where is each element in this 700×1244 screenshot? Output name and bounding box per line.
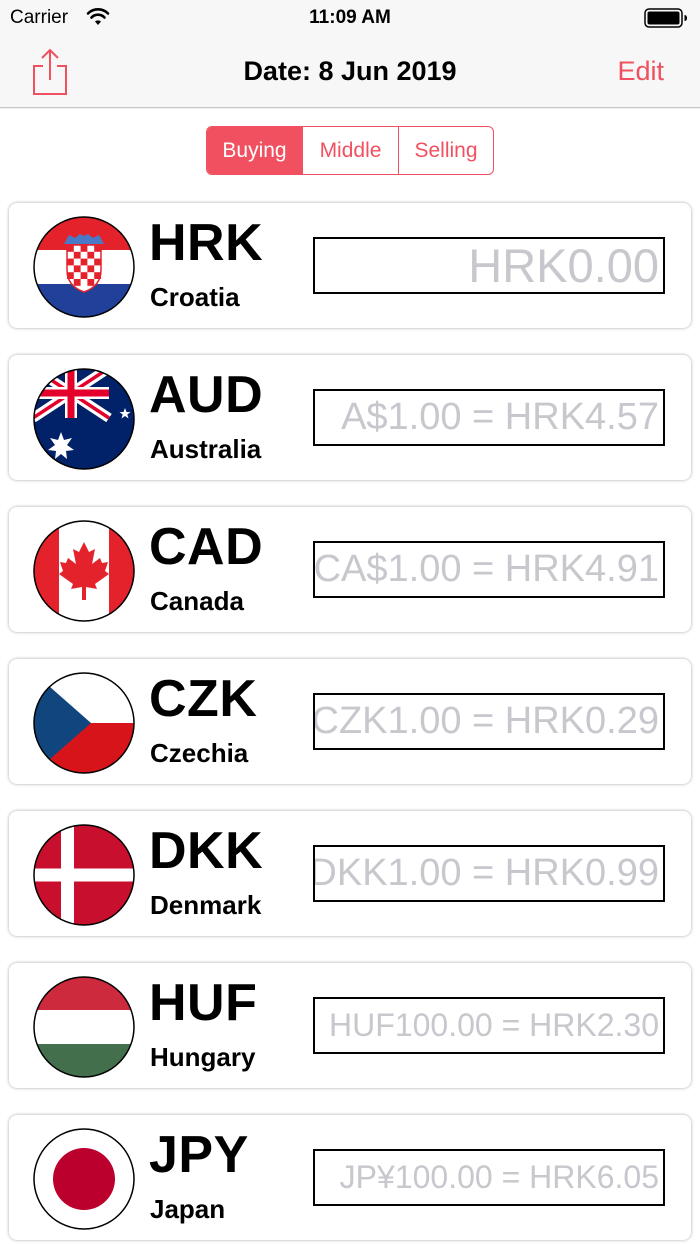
edit-button[interactable]: Edit <box>617 56 664 87</box>
status-time: 11:09 AM <box>309 7 391 28</box>
croatia-flag-icon <box>33 216 135 318</box>
currency-code: DKK <box>149 822 264 880</box>
hungary-flag-icon <box>33 976 135 1078</box>
country-name: Australia <box>150 434 262 464</box>
currency-list-view: Buying Middle Selling HRK Croatia HRK0.0… <box>0 109 700 1244</box>
currency-card-jpy[interactable]: JPY Japan JP¥100.00 = HRK6.05 <box>9 1115 691 1240</box>
currency-code: CAD <box>149 518 264 576</box>
segment-buying[interactable]: Buying <box>207 127 303 174</box>
amount-input[interactable]: HUF100.00 = HRK2.30 <box>313 997 665 1054</box>
country-name: Hungary <box>150 1042 256 1072</box>
amount-input[interactable]: CA$1.00 = HRK4.91 <box>313 541 665 598</box>
amount-input[interactable]: JP¥100.00 = HRK6.05 <box>313 1149 665 1206</box>
amount-input[interactable]: HRK0.00 <box>313 237 665 294</box>
share-icon[interactable] <box>30 48 70 96</box>
currency-code: HUF <box>149 974 258 1032</box>
amount-input[interactable]: A$1.00 = HRK4.57 <box>313 389 665 446</box>
currency-card-czk[interactable]: CZK Czechia CZK1.00 = HRK0.29 <box>9 659 691 784</box>
segment-selling[interactable]: Selling <box>399 127 493 174</box>
country-name: Croatia <box>150 282 240 312</box>
country-name: Czechia <box>150 738 249 768</box>
currency-card-aud[interactable]: AUD Australia A$1.00 = HRK4.57 <box>9 355 691 480</box>
currency-code: HRK <box>149 214 264 272</box>
country-name: Denmark <box>150 890 262 920</box>
czechia-flag-icon <box>33 672 135 774</box>
australia-flag-icon <box>33 368 135 470</box>
denmark-flag-icon <box>33 824 135 926</box>
country-name: Canada <box>150 586 244 616</box>
japan-flag-icon <box>33 1128 135 1230</box>
currency-card-cad[interactable]: CAD Canada CA$1.00 = HRK4.91 <box>9 507 691 632</box>
currency-code: JPY <box>149 1126 249 1184</box>
segment-middle[interactable]: Middle <box>303 127 399 174</box>
amount-input[interactable]: CZK1.00 = HRK0.29 <box>313 693 665 750</box>
currency-card-dkk[interactable]: DKK Denmark DKK1.00 = HRK0.99 <box>9 811 691 936</box>
rate-type-segmented-control: Buying Middle Selling <box>206 126 494 175</box>
currency-card-hrk[interactable]: HRK Croatia HRK0.00 <box>9 203 691 328</box>
navigation-bar: Date: 8 Jun 2019 Edit <box>0 38 700 108</box>
status-bar: Carrier 11:09 AM <box>0 0 700 38</box>
currency-code: CZK <box>149 670 258 728</box>
battery-icon <box>644 8 687 28</box>
country-name: Japan <box>150 1194 226 1224</box>
canada-flag-icon <box>33 520 135 622</box>
currency-code: AUD <box>149 366 264 424</box>
page-title: Date: 8 Jun 2019 <box>243 56 457 86</box>
currency-card-huf[interactable]: HUF Hungary HUF100.00 = HRK2.30 <box>9 963 691 1088</box>
amount-input[interactable]: DKK1.00 = HRK0.99 <box>313 845 665 902</box>
